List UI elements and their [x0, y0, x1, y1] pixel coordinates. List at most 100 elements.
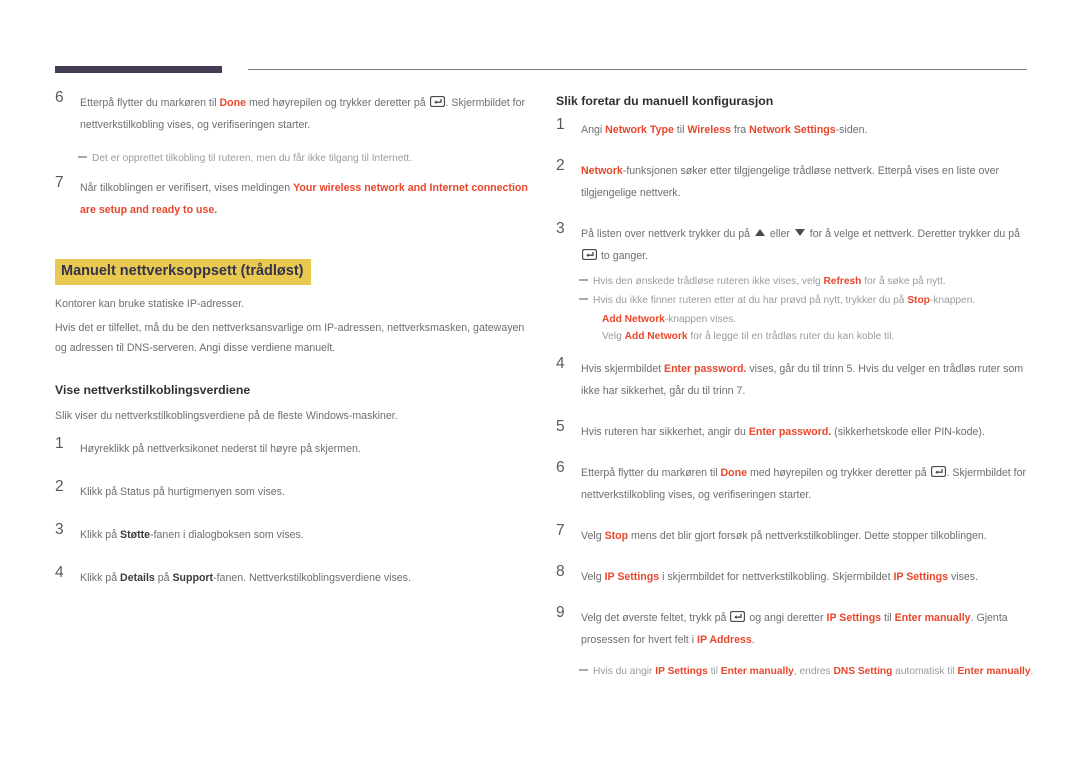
left-steps-top: 6 Etterpå flytter du markøren til Done m… [55, 89, 533, 136]
keyword-stop-2: Stop [604, 530, 629, 542]
step-text: Hvis skjermbildet Enter password. vises,… [581, 363, 1023, 397]
keyword-ip-address: IP Address [697, 634, 752, 646]
list-item: 7 Når tilkoblingen er verifisert, vises … [55, 174, 533, 221]
keyword-stop: Stop [907, 295, 930, 306]
note-text-part: automatisk til [892, 666, 958, 677]
step-text-part: i skjermbildet for nettverkstilkobling. … [659, 571, 894, 583]
note-text-part: , endres [793, 666, 834, 677]
step-number: 6 [556, 459, 565, 476]
keyword-ip-settings-2: IP Settings [893, 571, 949, 583]
arrow-down-icon [794, 229, 805, 236]
step-number: 9 [556, 604, 565, 621]
keyword-network-type: Network Type [605, 124, 674, 136]
step-text: Klikk på Details på Support-fanen. Nettv… [80, 572, 411, 584]
step-text-part: for å velge et nettverk. Deretter trykke… [806, 228, 1020, 240]
step-text-part: -siden. [835, 124, 868, 136]
keyword-enter-password-2: Enter password. [748, 426, 832, 438]
right-column-heading: Slik foretar du manuell konfigurasjon [556, 94, 774, 108]
paragraph-manual-values: Hvis det er tilfellet, må du be den nett… [55, 322, 525, 354]
step-number: 7 [556, 522, 565, 539]
header-rule-thick [55, 66, 222, 73]
keyword-enter-password: Enter password. [664, 363, 747, 375]
step-text-part: til [673, 124, 688, 136]
keyword-ip-settings: IP Settings [604, 571, 660, 583]
keyword-enter-manually: Enter manually [894, 612, 971, 624]
list-item: 2 Network-funksjonen søker etter tilgjen… [556, 157, 1034, 204]
step-number: 4 [55, 564, 64, 581]
note-add-network-shown: Add Network-knappen vises. [556, 311, 1034, 328]
step-text: Klikk på Støtte-fanen i dialogboksen som… [80, 529, 304, 541]
step-text-part: Velg [581, 571, 605, 583]
step-text-part: Etterpå flytter du markøren til [581, 467, 721, 479]
step-number: 2 [55, 478, 64, 495]
list-item: 4 Klikk på Details på Support-fanen. Net… [55, 564, 533, 589]
list-item: 4 Hvis skjermbildet Enter password. vise… [556, 355, 1034, 402]
right-column: Slik foretar du manuell konfigurasjon 1 … [556, 92, 1034, 690]
step-text-part: og angi deretter [746, 612, 827, 624]
step-text-part: to ganger. [598, 250, 649, 262]
note-text-part: -knappen vises. [664, 314, 737, 325]
keyword-enter-manually-2: Enter manually [720, 666, 794, 677]
note-dns-setting: Hvis du angir IP Settings til Enter manu… [556, 663, 1034, 680]
step-text-part: Klikk på [80, 529, 121, 541]
step-text: Etterpå flytter du markøren til Done med… [581, 466, 1026, 501]
keyword-ip-settings-3: IP Settings [826, 612, 882, 624]
step-text-part: med høyrepilen og trykker deretter på [747, 467, 930, 479]
step-text: Network-funksjonen søker etter tilgjenge… [581, 165, 999, 199]
list-item: 9 Velg det øverste feltet, trykk på og a… [556, 604, 1034, 651]
list-item: 1 Angi Network Type til Wireless fra Net… [556, 116, 1034, 141]
step-number: 1 [55, 435, 64, 452]
note-text-part: . [1030, 666, 1034, 677]
list-item: 3 På listen over nettverk trykker du på … [556, 220, 1034, 267]
step-number: 3 [556, 220, 565, 237]
enter-key-icon [582, 249, 597, 260]
list-item: 1 Høyreklikk på nettverksikonet nederst … [55, 435, 533, 460]
note-text-part: Velg [602, 331, 625, 342]
step-text: Angi Network Type til Wireless fra Netwo… [581, 124, 867, 136]
bold-stotte: Støtte [120, 529, 151, 541]
step-text-part: (sikkerhetskode eller PIN-kode). [831, 426, 985, 438]
step-text: Velg IP Settings i skjermbildet for nett… [581, 571, 978, 583]
keyword-ip-settings-4: IP Settings [655, 666, 708, 677]
keyword-done: Done [219, 97, 247, 109]
step-text-part: med høyrepilen og trykker deretter på [246, 97, 429, 109]
step-text: På listen over nettverk trykker du på el… [581, 228, 1020, 262]
note-router-connected: Det er opprettet tilkobling til ruteren,… [55, 150, 533, 167]
list-item: 6 Etterpå flytter du markøren til Done m… [556, 459, 1034, 506]
step-text-part: Hvis ruteren har sikkerhet, angir du [581, 426, 749, 438]
list-item: 5 Hvis ruteren har sikkerhet, angir du E… [556, 418, 1034, 443]
page-header [0, 0, 1080, 80]
arrow-up-icon [754, 229, 765, 236]
step-text-part: Velg [581, 530, 605, 542]
right-steps-continued: 4 Hvis skjermbildet Enter password. vise… [556, 355, 1034, 651]
step-text: Hvis ruteren har sikkerhet, angir du Ent… [581, 426, 985, 438]
step-text-part: På listen over nettverk trykker du på [581, 228, 753, 240]
step-text-part: Velg det øverste feltet, trykk på [581, 612, 730, 624]
note-text-part: for å legge til en trådløs ruter du kan … [687, 331, 895, 342]
step-text-part: fra [730, 124, 750, 136]
keyword-refresh: Refresh [823, 276, 862, 287]
note-text-part: -knappen. [929, 295, 976, 306]
enter-key-icon [730, 611, 746, 622]
step-number: 1 [556, 116, 565, 133]
step-text-part: -funksjonen søker etter tilgjengelige tr… [581, 165, 1000, 199]
paragraph-static-ip: Kontorer kan bruke statiske IP-adresser. [55, 298, 245, 310]
step-text: Velg det øverste feltet, trykk på og ang… [581, 611, 1008, 646]
bold-support: Support [172, 572, 214, 584]
note-add-network-select: Velg Add Network for å legge til en tråd… [556, 328, 1034, 345]
step-text-part: på [154, 572, 173, 584]
step-text: Etterpå flytter du markøren til Done med… [80, 96, 525, 131]
step-text-part: Angi [581, 124, 606, 136]
note-text-part: Hvis du ikke finner ruteren etter at du … [593, 295, 908, 306]
keyword-dns-setting: DNS Setting [833, 666, 893, 677]
step-text-part: . [751, 634, 755, 646]
page-title: Manuelt nettverksoppsett (trådløst) [55, 259, 311, 285]
note-text-part: Hvis du angir [593, 666, 656, 677]
bold-details: Details [120, 572, 155, 584]
step-text-part: Klikk på [80, 572, 121, 584]
note-text: Det er opprettet tilkobling til ruteren,… [92, 153, 412, 164]
step-number: 5 [556, 418, 565, 435]
step-text-part: til [881, 612, 895, 624]
right-steps: 1 Angi Network Type til Wireless fra Net… [556, 116, 1034, 267]
note-stop: Hvis du ikke finner ruteren etter at du … [556, 292, 1034, 309]
